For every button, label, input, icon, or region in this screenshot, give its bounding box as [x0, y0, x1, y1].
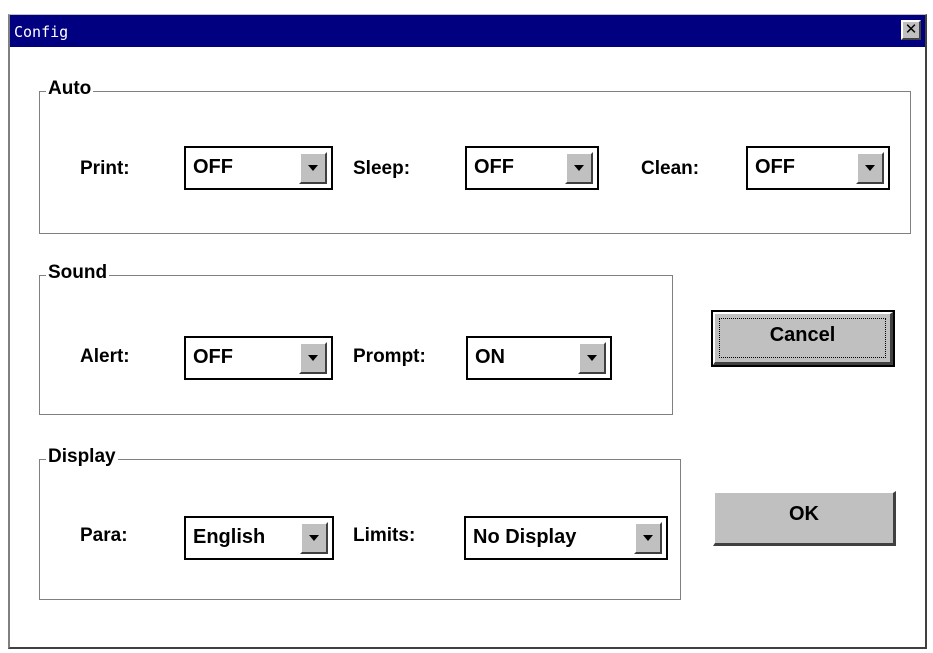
sleep-label: Sleep: — [353, 158, 411, 179]
cancel-button[interactable]: Cancel — [711, 310, 895, 367]
sleep-value: OFF — [474, 156, 514, 178]
auto-group-label: Auto — [46, 78, 94, 100]
ok-button-label: OK — [789, 503, 819, 525]
prompt-value: ON — [475, 346, 505, 368]
auto-group: Auto Print: OFF Sleep: OFF Clean: OFF — [39, 78, 911, 234]
sound-group: Sound Alert: OFF Prompt: ON — [39, 262, 673, 415]
chevron-down-icon — [308, 165, 318, 171]
prompt-select[interactable]: ON — [466, 336, 612, 380]
alert-dropdown-button[interactable] — [299, 342, 327, 374]
para-label: Para: — [80, 525, 128, 546]
para-select[interactable]: English — [184, 516, 334, 560]
chevron-down-icon — [643, 535, 653, 541]
para-dropdown-button[interactable] — [300, 522, 328, 554]
limits-select[interactable]: No Display — [464, 516, 668, 560]
cancel-button-label: Cancel — [769, 324, 836, 346]
chevron-down-icon — [308, 355, 318, 361]
alert-select[interactable]: OFF — [184, 336, 333, 380]
clean-label: Clean: — [641, 158, 700, 179]
prompt-dropdown-button[interactable] — [578, 342, 606, 374]
print-value: OFF — [193, 156, 233, 178]
sleep-dropdown-button[interactable] — [565, 152, 593, 184]
para-value: English — [193, 526, 266, 548]
prompt-label: Prompt: — [353, 346, 426, 367]
clean-value: OFF — [755, 156, 795, 178]
limits-label: Limits: — [353, 525, 416, 546]
chevron-down-icon — [309, 535, 319, 541]
sleep-select[interactable]: OFF — [465, 146, 599, 190]
close-button[interactable]: ✕ — [901, 20, 921, 40]
title-bar[interactable]: Config ✕ — [10, 15, 925, 47]
clean-dropdown-button[interactable] — [856, 152, 884, 184]
limits-dropdown-button[interactable] — [634, 522, 662, 554]
limits-value: No Display — [473, 526, 577, 548]
sound-group-label: Sound — [46, 262, 110, 284]
display-group-label: Display — [46, 446, 118, 468]
config-dialog: Config ✕ Auto Print: OFF Sleep: OFF Clea… — [8, 14, 927, 649]
print-label: Print: — [80, 158, 130, 179]
window-title: Config — [14, 23, 69, 41]
clean-select[interactable]: OFF — [746, 146, 890, 190]
chevron-down-icon — [574, 165, 584, 171]
alert-label: Alert: — [80, 346, 130, 367]
chevron-down-icon — [587, 355, 597, 361]
chevron-down-icon — [865, 165, 875, 171]
print-select[interactable]: OFF — [184, 146, 333, 190]
alert-value: OFF — [193, 346, 233, 368]
print-dropdown-button[interactable] — [299, 152, 327, 184]
close-icon: ✕ — [904, 20, 918, 38]
ok-button[interactable]: OK — [713, 491, 896, 546]
display-group: Display Para: English Limits: No Display — [39, 446, 681, 600]
